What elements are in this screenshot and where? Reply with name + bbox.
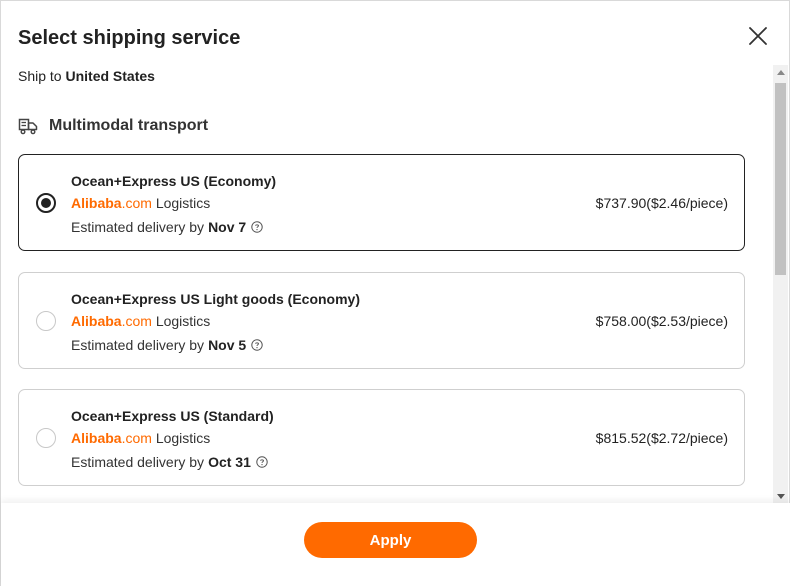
carrier-logistics: Logistics bbox=[155, 313, 211, 329]
option-carrier: Alibaba.com Logistics bbox=[71, 430, 210, 446]
help-circle-icon[interactable] bbox=[256, 456, 268, 468]
shipping-option-ocean-express-standard[interactable]: Ocean+Express US (Standard) Alibaba.com … bbox=[18, 389, 745, 486]
carrier-logistics: Logistics bbox=[155, 195, 211, 211]
carrier-brand-suffix: .com bbox=[121, 195, 152, 211]
option-name: Ocean+Express US (Standard) bbox=[71, 408, 274, 424]
help-circle-icon[interactable] bbox=[251, 339, 263, 351]
carrier-brand: Alibaba bbox=[71, 313, 122, 329]
carrier-brand: Alibaba bbox=[71, 430, 122, 446]
delivery-prefix: Estimated delivery by bbox=[71, 454, 205, 470]
option-price: $758.00($2.53/piece) bbox=[595, 313, 728, 329]
option-name: Ocean+Express US (Economy) bbox=[71, 173, 277, 189]
radio-button[interactable] bbox=[36, 428, 56, 448]
scroll-down-arrow-icon[interactable] bbox=[777, 494, 785, 499]
carrier-brand-suffix: .com bbox=[121, 313, 152, 329]
delivery-prefix: Estimated delivery by bbox=[71, 219, 205, 235]
close-button[interactable] bbox=[746, 24, 770, 48]
carrier-brand: Alibaba bbox=[71, 195, 122, 211]
option-delivery: Estimated delivery by Nov 7 bbox=[71, 219, 263, 235]
option-carrier: Alibaba.com Logistics bbox=[71, 313, 210, 329]
section-label: Multimodal transport bbox=[49, 117, 209, 134]
option-price: $737.90($2.46/piece) bbox=[595, 195, 728, 211]
section-header-multimodal: Multimodal transport bbox=[18, 117, 208, 135]
option-delivery: Estimated delivery by Nov 5 bbox=[71, 337, 263, 353]
delivery-date: Nov 7 bbox=[208, 219, 247, 235]
scroll-up-arrow-icon[interactable] bbox=[777, 70, 785, 75]
delivery-prefix: Estimated delivery by bbox=[71, 337, 205, 353]
delivery-date: Nov 5 bbox=[208, 337, 247, 353]
carrier-logistics: Logistics bbox=[155, 430, 211, 446]
shipping-option-ocean-express-economy[interactable]: Ocean+Express US (Economy) Alibaba.com L… bbox=[18, 154, 745, 251]
option-name: Ocean+Express US Light goods (Economy) bbox=[71, 291, 361, 307]
dialog-footer: Apply bbox=[1, 503, 790, 586]
carrier-brand-suffix: .com bbox=[121, 430, 152, 446]
option-price: $815.52($2.72/piece) bbox=[595, 430, 728, 446]
close-icon bbox=[749, 27, 767, 45]
apply-button[interactable]: Apply bbox=[304, 522, 477, 558]
scrollbar-thumb[interactable] bbox=[775, 83, 786, 275]
radio-button-selected[interactable] bbox=[36, 193, 56, 213]
delivery-date: Oct 31 bbox=[208, 454, 251, 470]
option-carrier: Alibaba.com Logistics bbox=[71, 195, 210, 211]
radio-button[interactable] bbox=[36, 311, 56, 331]
shipping-service-dialog: Select shipping service Ship to United S… bbox=[0, 0, 790, 586]
vertical-scrollbar[interactable] bbox=[773, 65, 788, 503]
multimodal-truck-icon bbox=[18, 117, 38, 135]
dialog-title: Select shipping service bbox=[18, 27, 241, 49]
option-delivery: Estimated delivery by Oct 31 bbox=[71, 454, 268, 470]
options-scroll-area: Multimodal transport Ocean+Express US (E… bbox=[1, 65, 790, 503]
help-circle-icon[interactable] bbox=[251, 221, 263, 233]
shipping-option-ocean-express-light-goods[interactable]: Ocean+Express US Light goods (Economy) A… bbox=[18, 272, 745, 369]
